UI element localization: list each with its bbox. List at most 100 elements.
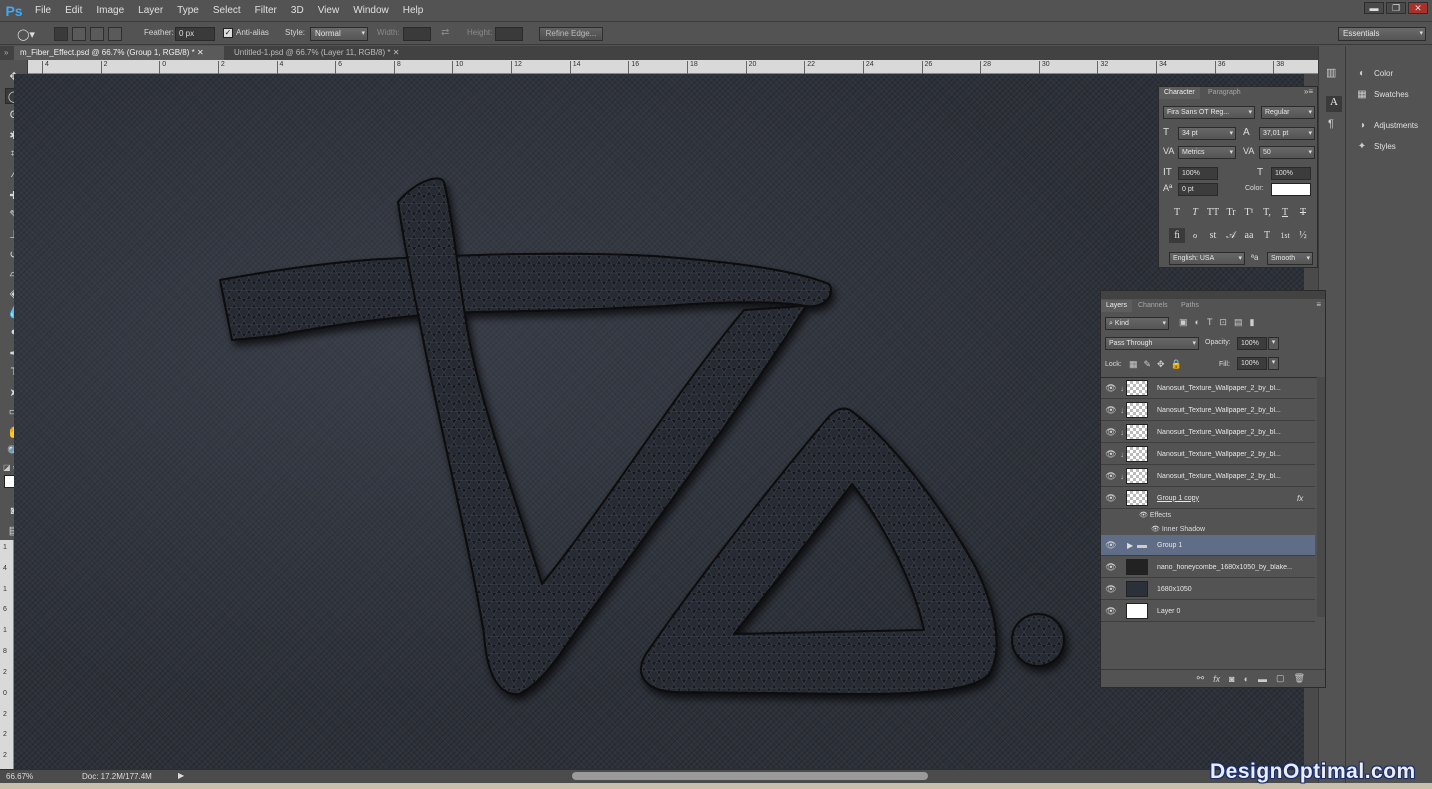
fill-field[interactable]: 100%	[1237, 357, 1267, 370]
dock-swatches[interactable]: ▦ Swatches	[1356, 85, 1408, 103]
layer-row[interactable]: 👁 ↓ Nanosuit_Texture_Wallpaper_2_by_bl...	[1101, 466, 1315, 487]
tab-paragraph[interactable]: Paragraph	[1203, 87, 1246, 99]
paragraph-panel-icon[interactable]: ¶	[1328, 118, 1334, 130]
swap-icon[interactable]: ⇄	[441, 27, 449, 38]
menu-view[interactable]: View	[311, 0, 347, 22]
effects-row[interactable]: 👁 Effects	[1139, 511, 1171, 519]
titling-alternates-button[interactable]: T	[1259, 228, 1275, 243]
visibility-eye-icon[interactable]: 👁	[1104, 469, 1118, 483]
menu-help[interactable]: Help	[396, 0, 431, 22]
visibility-eye-icon[interactable]: 👁	[1104, 403, 1118, 417]
layer-list-scrollbar[interactable]	[1317, 377, 1325, 617]
menu-file[interactable]: File	[28, 0, 58, 22]
tracking-dropdown[interactable]: 50 ▾	[1259, 146, 1315, 159]
tab-character[interactable]: Character	[1159, 87, 1200, 99]
layer-row[interactable]: 👁 ↓ Nanosuit_Texture_Wallpaper_2_by_bl...	[1101, 422, 1315, 443]
layer-row[interactable]: 👁 ↓ Nanosuit_Texture_Wallpaper_2_by_bl...	[1101, 400, 1315, 421]
elliptical-marquee-preset-icon[interactable]: ◯▾	[14, 26, 38, 42]
stylistic-alternates-button[interactable]: aa	[1241, 228, 1257, 243]
menu-3d[interactable]: 3D	[284, 0, 311, 22]
tab-fiber-effect[interactable]: m_Fiber_Effect.psd @ 66.7% (Group 1, RGB…	[14, 46, 224, 60]
dock-color[interactable]: ◐ Color	[1356, 64, 1393, 82]
new-layer-icon[interactable]: ▢	[1276, 673, 1285, 684]
link-icon[interactable]: ⚯	[1197, 673, 1205, 684]
adjustment-layer-icon[interactable]: ◐	[1244, 674, 1249, 684]
minimize-button[interactable]: ▬	[1364, 2, 1384, 14]
opacity-slider-toggle[interactable]: ▾	[1268, 337, 1279, 350]
visibility-eye-icon[interactable]: 👁	[1104, 582, 1118, 596]
fill-slider-toggle[interactable]: ▾	[1268, 357, 1279, 370]
leading-field[interactable]: 37,01 pt ▾	[1259, 127, 1315, 140]
fractions-button[interactable]: ½	[1295, 228, 1311, 243]
menu-type[interactable]: Type	[170, 0, 206, 22]
panel-menu-icon[interactable]: »≡	[1304, 87, 1313, 96]
visibility-eye-icon[interactable]: 👁	[1104, 425, 1118, 439]
new-selection-icon[interactable]	[54, 27, 68, 41]
folder-icon[interactable]: ▬	[1258, 674, 1267, 684]
style-dropdown[interactable]: Normal ▾	[310, 27, 368, 41]
tab-paths[interactable]: Paths	[1176, 300, 1204, 312]
swash-button[interactable]: 𝒜	[1223, 228, 1239, 243]
antialias-dropdown[interactable]: Smooth ▾	[1267, 252, 1313, 265]
faux-bold-button[interactable]: T	[1169, 205, 1185, 220]
discretionary-ligatures-button[interactable]: st	[1205, 228, 1221, 243]
status-menu-icon[interactable]: ▶	[178, 771, 184, 780]
vertical-scale-field[interactable]: 100%	[1178, 167, 1218, 180]
strikethrough-button[interactable]: T	[1295, 205, 1311, 220]
visibility-eye-icon[interactable]: 👁	[1104, 381, 1118, 395]
language-dropdown[interactable]: English: USA ▾	[1169, 252, 1245, 265]
underline-button[interactable]: T	[1277, 205, 1293, 220]
visibility-eye-icon[interactable]: 👁	[1139, 512, 1150, 519]
subscript-button[interactable]: T,	[1259, 205, 1275, 220]
layer-row[interactable]: 👁 ↓ Nanosuit_Texture_Wallpaper_2_by_bl...	[1101, 378, 1315, 399]
small-caps-button[interactable]: Tr	[1223, 205, 1239, 220]
layer-filter-dropdown[interactable]: ⌕ Kind ▾	[1105, 317, 1169, 330]
mask-icon[interactable]: ◙	[1229, 674, 1234, 684]
layer-row-group-copy[interactable]: 👁 Group 1 copy fx	[1101, 488, 1315, 509]
visibility-eye-icon[interactable]: 👁	[1104, 447, 1118, 461]
fx-icon[interactable]: fx	[1213, 674, 1220, 684]
filter-type-icons[interactable]: ▣◐T⊡▤▮	[1179, 317, 1261, 328]
layer-row-group-1[interactable]: 👁 ▶ ▬ Group 1	[1101, 535, 1315, 556]
layer-row[interactable]: 👁 1680x1050	[1101, 579, 1315, 600]
kerning-dropdown[interactable]: Metrics ▾	[1178, 146, 1236, 159]
horizontal-scale-field[interactable]: 100%	[1271, 167, 1311, 180]
old-style-button[interactable]: ℴ	[1187, 228, 1203, 243]
character-panel-icon[interactable]: A	[1326, 96, 1342, 112]
intersect-selection-icon[interactable]	[108, 27, 122, 41]
panel-menu-icon[interactable]: ≡	[1316, 300, 1321, 309]
close-icon[interactable]: ✕	[393, 48, 400, 57]
layer-row[interactable]: 👁 ↓ Nanosuit_Texture_Wallpaper_2_by_bl...	[1101, 444, 1315, 465]
height-input[interactable]	[495, 27, 523, 41]
visibility-eye-icon[interactable]: 👁	[1104, 491, 1118, 505]
tab-untitled-1[interactable]: Untitled-1.psd @ 66.7% (Layer 11, RGB/8)…	[228, 46, 426, 60]
visibility-eye-icon[interactable]: 👁	[1104, 604, 1118, 618]
all-caps-button[interactable]: TT	[1205, 205, 1221, 220]
refine-edge-button[interactable]: Refine Edge...	[539, 27, 603, 41]
restore-button[interactable]: ❐	[1386, 2, 1406, 14]
font-style-dropdown[interactable]: Regular ▾	[1261, 106, 1315, 119]
chevron-right-icon[interactable]: ▶	[1127, 541, 1133, 550]
menu-edit[interactable]: Edit	[58, 0, 89, 22]
menu-select[interactable]: Select	[206, 0, 248, 22]
add-selection-icon[interactable]	[72, 27, 86, 41]
menu-window[interactable]: Window	[346, 0, 396, 22]
menu-filter[interactable]: Filter	[248, 0, 284, 22]
blend-mode-dropdown[interactable]: Pass Through ▾	[1105, 337, 1199, 350]
subtract-selection-icon[interactable]	[90, 27, 104, 41]
font-size-field[interactable]: 34 pt ▾	[1178, 127, 1236, 140]
menu-image[interactable]: Image	[89, 0, 131, 22]
dock-adjustments[interactable]: ◑ Adjustments	[1356, 116, 1418, 134]
visibility-eye-icon[interactable]: 👁	[1151, 526, 1162, 533]
layer-row[interactable]: 👁 nano_honeycombe_1680x1050_by_blake...	[1101, 557, 1315, 578]
width-input[interactable]	[403, 27, 431, 41]
visibility-eye-icon[interactable]: 👁	[1104, 560, 1118, 574]
workspace-dropdown[interactable]: Essentials ▾	[1338, 27, 1426, 41]
inner-shadow-row[interactable]: 👁 Inner Shadow	[1151, 525, 1205, 533]
close-icon[interactable]: ✕	[197, 48, 204, 57]
layer-row[interactable]: 👁 Layer 0	[1101, 601, 1315, 622]
feather-input[interactable]: 0 px	[175, 27, 215, 41]
antialias-checkbox[interactable]: ✓	[223, 28, 233, 38]
font-family-dropdown[interactable]: Fira Sans OT Reg... ▾	[1163, 106, 1255, 119]
fx-badge[interactable]: fx	[1297, 494, 1303, 503]
